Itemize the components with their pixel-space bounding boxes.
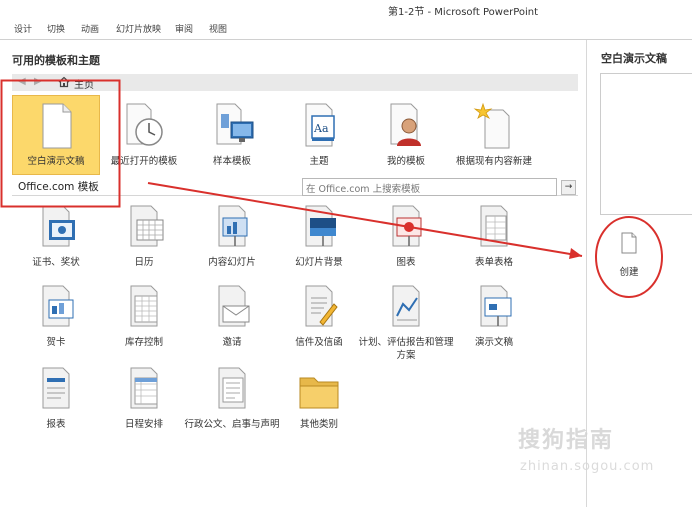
theme-icon: Aa — [305, 103, 335, 147]
officecom-search-input[interactable]: 在 Office.com 上搜索模板 — [302, 178, 557, 196]
template-preview — [600, 73, 692, 215]
home-icon[interactable] — [58, 76, 70, 88]
template-themes[interactable]: Aa 主题 — [275, 98, 363, 174]
template-recent[interactable]: 最近打开的模板 — [100, 98, 188, 174]
letter-icon — [305, 285, 338, 327]
back-arrow-icon[interactable]: ◀ — [18, 76, 26, 87]
category-diagrams[interactable]: 图表 — [362, 202, 450, 272]
category-inventory[interactable]: 库存控制 — [100, 282, 188, 358]
tab-review[interactable]: 审阅 — [175, 22, 193, 35]
officecom-templates-label: Office.com 模板 — [18, 181, 99, 193]
home-label[interactable]: 主页 — [74, 76, 94, 91]
search-go-button[interactable]: → — [561, 180, 576, 195]
category-official-documents[interactable]: 行政公文、启事与声明 — [184, 364, 280, 440]
create-document-icon — [621, 232, 637, 254]
official-document-icon — [218, 367, 246, 409]
category-forms[interactable]: 表单表格 — [450, 202, 538, 272]
clock-document-icon — [126, 103, 163, 146]
svg-text:Aa: Aa — [313, 122, 329, 135]
category-label: 邀请 — [222, 337, 242, 348]
category-label: 证书、奖状 — [32, 257, 80, 268]
category-label: 表单表格 — [474, 257, 513, 268]
template-label: 样本模板 — [212, 156, 251, 167]
category-label: 行政公文、启事与声明 — [184, 419, 280, 430]
watermark-url: zhinan.sogou.com — [520, 459, 655, 474]
category-presentations[interactable]: 演示文稿 — [450, 282, 538, 358]
content-slide-icon — [218, 205, 248, 247]
title-bar: 第1-2节 - Microsoft PowerPoint — [0, 0, 692, 18]
ribbon-tabs: 设计 切换 动画 幻灯片放映 审阅 视图 — [0, 18, 692, 40]
schedule-icon — [130, 367, 158, 409]
category-label: 其他类别 — [299, 419, 338, 430]
template-blank-presentation[interactable]: 空白演示文稿 — [12, 98, 100, 174]
folder-icon — [299, 377, 339, 409]
tab-animations[interactable]: 动画 — [81, 22, 99, 35]
calendar-icon — [130, 205, 164, 247]
diagram-icon — [392, 205, 422, 247]
tab-transitions[interactable]: 切换 — [47, 22, 65, 35]
template-nav-bar: ◀ ▶ 主页 — [12, 74, 578, 91]
category-other[interactable]: 其他类别 — [275, 364, 363, 440]
blank-document-icon — [42, 103, 72, 149]
forward-arrow-icon[interactable]: ▶ — [34, 76, 42, 87]
create-button[interactable]: 创建 — [608, 228, 650, 280]
category-label: 内容幻灯片 — [208, 257, 256, 268]
invitation-icon — [218, 285, 250, 327]
presentation-icon — [480, 285, 512, 327]
category-calendar[interactable]: 日历 — [100, 202, 188, 272]
category-label: 演示文稿 — [474, 337, 513, 348]
category-label: 报表 — [46, 419, 66, 430]
category-slide-backgrounds[interactable]: 幻灯片背景 — [275, 202, 363, 272]
create-button-label: 创建 — [619, 267, 639, 278]
category-letters[interactable]: 信件及信函 — [275, 282, 363, 358]
slide-background-icon — [305, 205, 336, 247]
template-new-from-existing[interactable]: 根据现有内容新建 — [450, 98, 538, 174]
certificate-icon — [42, 205, 75, 247]
category-schedules[interactable]: 日程安排 — [100, 364, 188, 440]
template-my-templates[interactable]: 我的模板 — [362, 98, 450, 174]
sample-template-icon — [216, 103, 254, 145]
category-label: 图表 — [396, 257, 416, 268]
category-label: 幻灯片背景 — [295, 257, 343, 268]
category-reports[interactable]: 报表 — [12, 364, 100, 440]
template-sample[interactable]: 样本模板 — [188, 98, 276, 174]
category-certificates[interactable]: 证书、奖状 — [12, 202, 100, 272]
user-document-icon — [390, 103, 421, 146]
category-greeting-cards[interactable]: 贺卡 — [12, 282, 100, 358]
tab-slideshow[interactable]: 幻灯片放映 — [116, 22, 161, 35]
template-label: 空白演示文稿 — [27, 156, 85, 167]
category-label: 库存控制 — [124, 337, 163, 348]
template-label: 最近打开的模板 — [110, 156, 178, 167]
form-icon — [480, 205, 508, 247]
template-label: 我的模板 — [386, 156, 425, 167]
tab-view[interactable]: 视图 — [209, 22, 227, 35]
preview-title: 空白演示文稿 — [601, 52, 667, 65]
category-plans-reports[interactable]: 计划、评估报告和管理方案 — [358, 282, 454, 361]
template-label: 根据现有内容新建 — [455, 156, 532, 167]
report-icon — [42, 367, 70, 409]
template-label: 主题 — [309, 156, 329, 167]
tab-design[interactable]: 设计 — [14, 22, 32, 35]
category-label: 信件及信函 — [295, 337, 343, 348]
greeting-card-icon — [42, 285, 74, 327]
watermark-text: 搜狗指南 — [518, 428, 615, 453]
annotation-arrowhead — [569, 248, 582, 259]
plan-report-icon — [392, 285, 420, 327]
available-templates-title: 可用的模板和主题 — [12, 54, 100, 67]
category-label: 日历 — [134, 257, 154, 268]
category-label: 日程安排 — [124, 419, 163, 430]
inventory-icon — [130, 285, 158, 327]
category-label: 贺卡 — [46, 337, 66, 348]
window-title: 第1-2节 - Microsoft PowerPoint — [388, 7, 539, 18]
category-label: 计划、评估报告和管理方案 — [358, 337, 454, 361]
category-content-slides[interactable]: 内容幻灯片 — [188, 202, 276, 272]
category-invitations[interactable]: 邀请 — [188, 282, 276, 358]
new-from-existing-icon — [473, 102, 510, 149]
